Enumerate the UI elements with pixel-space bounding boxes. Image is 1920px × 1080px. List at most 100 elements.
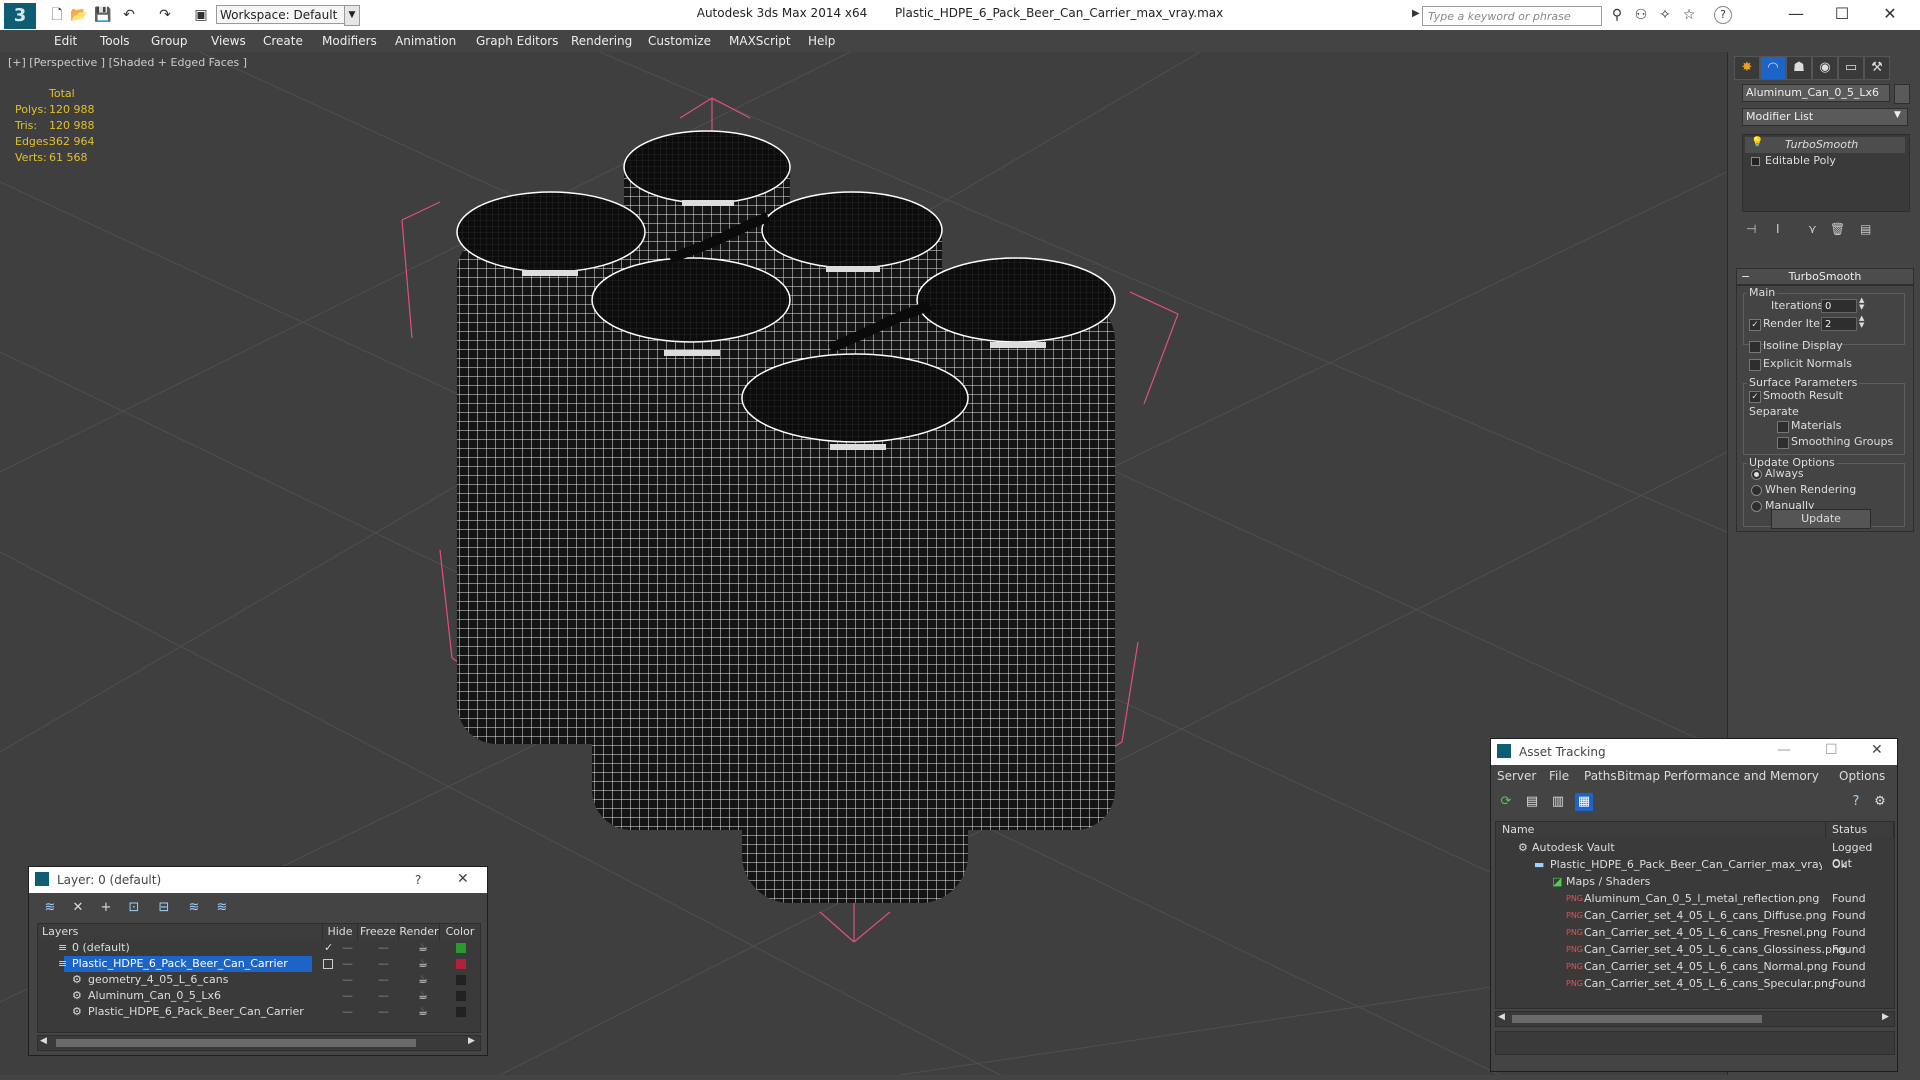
asset-window-titlebar[interactable]: Asset Tracking — ☐ ✕ [1491, 739, 1897, 765]
iterations-spinner-arrows-icon[interactable]: ▲ ▼ [1859, 297, 1864, 311]
viewport-label[interactable]: [+] [Perspective ] [Shaded + Edged Faces… [8, 56, 247, 69]
layer-color-swatch[interactable] [456, 991, 466, 1001]
asset-menu-bitmap-performance[interactable]: Bitmap Performance and Memory [1617, 769, 1819, 783]
asset-row[interactable]: PNG Can_Carrier_set_4_05_L_6_cans_Glossi… [1496, 942, 1894, 958]
column-color[interactable]: Color [440, 924, 481, 940]
asset-horizontal-scrollbar[interactable]: ◀ ▶ [1495, 1011, 1895, 1027]
update-manually-radio[interactable] [1751, 501, 1762, 512]
render-toggle-icon[interactable]: ☕ [418, 988, 428, 1004]
layer-color-swatch[interactable] [456, 959, 466, 969]
scroll-left-icon[interactable]: ◀ [40, 1036, 47, 1046]
asset-row[interactable]: PNG Can_Carrier_set_4_05_L_6_cans_Diffus… [1496, 908, 1894, 924]
layer-object-row[interactable]: ⚙ Aluminum_Can_0_5_Lx6 — — ☕ [38, 988, 480, 1004]
explicit-normals-checkbox[interactable] [1749, 359, 1761, 371]
communication-center-icon[interactable]: ⚇ [1632, 6, 1650, 24]
hide-toggle-icon[interactable]: — [342, 940, 353, 956]
menu-animation[interactable]: Animation [395, 32, 456, 50]
maximize-button[interactable]: ☐ [1820, 2, 1864, 26]
asset-settings-icon[interactable]: ⚙ [1871, 793, 1889, 811]
render-iters-spinner-arrows-icon[interactable]: ▲ ▼ [1859, 315, 1864, 329]
tree-view-icon[interactable]: ▥ [1549, 793, 1567, 811]
iterations-spinner[interactable]: 0 [1821, 299, 1857, 313]
menu-group[interactable]: Group [151, 32, 188, 50]
freeze-toggle-icon[interactable]: — [378, 972, 389, 988]
asset-menu-options[interactable]: Options [1839, 769, 1885, 783]
active-layer-box-icon[interactable] [323, 959, 333, 969]
binoculars-icon[interactable]: ⚲ [1608, 6, 1626, 24]
layer-window-titlebar[interactable]: Layer: 0 (default) ? ✕ [29, 867, 487, 893]
minimize-button[interactable]: — [1774, 2, 1818, 26]
hide-all-layers-icon[interactable]: ≋ [185, 899, 203, 917]
asset-row[interactable]: PNG Can_Carrier_set_4_05_L_6_cans_Normal… [1496, 959, 1894, 975]
render-iters-spinner[interactable]: 2 [1821, 317, 1857, 331]
show-end-result-icon[interactable]: Ⅰ [1776, 222, 1780, 236]
menu-views[interactable]: Views [211, 32, 246, 50]
freeze-all-layers-icon[interactable]: ≋ [213, 899, 231, 917]
make-unique-icon[interactable]: ⋎ [1808, 222, 1817, 236]
hide-toggle-icon[interactable]: — [342, 956, 353, 972]
menu-graph-editors[interactable]: Graph Editors [476, 32, 558, 50]
update-button[interactable]: Update [1771, 509, 1871, 529]
modifier-list-arrow-icon[interactable]: ▼ [1894, 110, 1901, 120]
add-to-layer-icon[interactable]: + [97, 899, 115, 917]
stack-item-turbosmooth[interactable]: 💡 TurboSmooth [1745, 137, 1905, 153]
layer-object-row[interactable]: ⚙ Plastic_HDPE_6_Pack_Beer_Can_Carrier —… [38, 1004, 480, 1020]
asset-menu-server[interactable]: Server [1497, 769, 1536, 783]
freeze-toggle-icon[interactable]: — [378, 1004, 389, 1020]
freeze-toggle-icon[interactable]: — [378, 956, 389, 972]
column-layers[interactable]: Layers [38, 924, 323, 940]
menu-modifiers[interactable]: Modifiers [322, 32, 377, 50]
asset-row[interactable]: PNG Can_Carrier_set_4_05_L_6_cans_Specul… [1496, 976, 1894, 992]
scroll-thumb[interactable] [56, 1039, 416, 1047]
configure-sets-icon[interactable]: ▤ [1860, 222, 1871, 236]
asset-row[interactable]: PNG Aluminum_Can_0_5_l_metal_reflection.… [1496, 891, 1894, 907]
isoline-display-checkbox[interactable] [1749, 341, 1761, 353]
asset-row[interactable]: ▬ Plastic_HDPE_6_Pack_Beer_Can_Carrier_m… [1496, 857, 1894, 873]
materials-checkbox[interactable] [1777, 421, 1789, 433]
layer-row[interactable]: ≡ 0 (default) ✓ — — ☕ [38, 940, 480, 956]
favorites-star-icon[interactable]: ☆ [1680, 6, 1698, 24]
table-view-icon[interactable]: ▦ [1575, 793, 1593, 811]
smoothing-groups-checkbox[interactable] [1777, 437, 1789, 449]
asset-menu-paths[interactable]: Paths [1584, 769, 1617, 783]
expand-toggle-icon[interactable] [1751, 157, 1760, 166]
search-input[interactable]: Type a keyword or phrase [1422, 6, 1602, 26]
layer-color-swatch[interactable] [456, 975, 466, 985]
collapse-icon[interactable]: − [1741, 269, 1750, 285]
asset-row[interactable]: ⚙ Autodesk Vault Logged Out [1496, 840, 1894, 870]
menu-rendering[interactable]: Rendering [571, 32, 632, 50]
modify-tab-icon[interactable]: ◠ [1760, 56, 1786, 80]
column-render[interactable]: Render [399, 924, 440, 940]
column-status[interactable]: Status [1827, 822, 1894, 838]
column-freeze[interactable]: Freeze [358, 924, 399, 940]
asset-menu-file[interactable]: File [1549, 769, 1569, 783]
delete-layer-icon[interactable]: ✕ [69, 899, 87, 917]
asset-help-icon[interactable]: ? [1847, 793, 1865, 811]
menu-maxscript[interactable]: MAXScript [729, 32, 791, 50]
layer-row-selected[interactable]: ≡ Plastic_HDPE_6_Pack_Beer_Can_Carrier —… [38, 956, 480, 972]
render-toggle-icon[interactable]: ☕ [418, 956, 428, 972]
layer-help-button[interactable]: ? [415, 873, 421, 887]
list-view-icon[interactable]: ▤ [1523, 793, 1541, 811]
asset-path-field[interactable] [1495, 1031, 1895, 1055]
scroll-right-icon[interactable]: ▶ [468, 1036, 475, 1046]
scroll-thumb[interactable] [1512, 1015, 1762, 1023]
asset-minimize-button[interactable]: — [1777, 742, 1791, 758]
create-layer-icon[interactable]: ≋ [41, 899, 59, 917]
smooth-result-checkbox[interactable]: ✓ [1749, 391, 1761, 403]
help-icon[interactable]: ? [1714, 6, 1732, 24]
update-always-radio[interactable] [1751, 469, 1762, 480]
light-bulb-icon[interactable]: 💡 [1751, 137, 1763, 148]
asset-close-button[interactable]: ✕ [1871, 742, 1883, 758]
object-color-swatch[interactable] [1894, 84, 1910, 104]
render-toggle-icon[interactable]: ☕ [418, 940, 428, 956]
object-name-field[interactable]: Aluminum_Can_0_5_Lx6 [1742, 84, 1890, 102]
column-name[interactable]: Name [1496, 822, 1826, 838]
satellite-icon[interactable]: ✧ [1656, 6, 1674, 24]
menu-help[interactable]: Help [808, 32, 835, 50]
highlight-layer-icon[interactable]: ⊟ [155, 899, 173, 917]
remove-modifier-icon[interactable]: 🗑 [1830, 222, 1845, 236]
layer-color-swatch[interactable] [456, 943, 466, 953]
close-button[interactable]: ✕ [1868, 2, 1912, 26]
freeze-toggle-icon[interactable]: — [378, 940, 389, 956]
